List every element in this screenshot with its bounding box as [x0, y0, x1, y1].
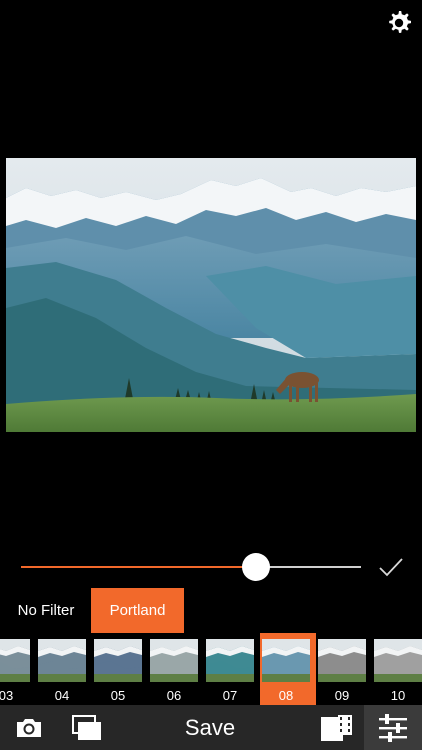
thumbnail-image: [206, 639, 254, 682]
save-button[interactable]: Save: [160, 705, 260, 750]
intensity-slider[interactable]: [21, 552, 361, 582]
filter-tabs: No Filter Portland: [0, 588, 422, 633]
thumbnail-label: 08: [278, 688, 294, 703]
bottom-toolbar: Save: [0, 705, 422, 750]
film-filter-icon[interactable]: [320, 713, 354, 743]
filter-thumbnail-08[interactable]: 08: [260, 633, 316, 705]
checkmark-icon[interactable]: [378, 556, 404, 578]
filter-thumbnail-10[interactable]: 10: [372, 633, 422, 705]
adjust-tab[interactable]: [364, 705, 422, 750]
filter-thumbnail-04[interactable]: 04: [36, 633, 92, 705]
thumbnail-label: 06: [166, 688, 182, 703]
filter-thumbnail-05[interactable]: 05: [92, 633, 148, 705]
thumbnail-image: [94, 639, 142, 682]
thumbnail-image: [38, 639, 86, 682]
adjust-sliders-icon: [379, 714, 407, 742]
thumbnail-image: [318, 639, 366, 682]
filter-thumbnail-03[interactable]: 03: [0, 633, 36, 705]
thumbnail-label: 05: [110, 688, 126, 703]
gear-icon[interactable]: [385, 9, 413, 37]
thumbnail-label: 09: [334, 688, 350, 703]
filter-thumbnail-06[interactable]: 06: [148, 633, 204, 705]
thumbnail-image: [374, 639, 422, 682]
filter-thumbnail-strip[interactable]: 03 04 05 06 07 08 09 10: [0, 633, 422, 705]
camera-icon[interactable]: [14, 716, 44, 740]
thumbnail-image: [0, 639, 30, 682]
thumbnail-image: [262, 639, 310, 682]
filter-thumbnail-09[interactable]: 09: [316, 633, 372, 705]
slider-fill: [21, 566, 256, 568]
thumbnail-label: 04: [54, 688, 70, 703]
portland-tab[interactable]: Portland: [91, 588, 184, 633]
no-filter-tab[interactable]: No Filter: [7, 588, 85, 633]
thumbnail-label: 10: [390, 688, 406, 703]
thumbnail-label: 03: [0, 688, 14, 703]
thumbnail-label: 07: [222, 688, 238, 703]
slider-thumb[interactable]: [242, 553, 270, 581]
filter-thumbnail-07[interactable]: 07: [204, 633, 260, 705]
thumbnail-image: [150, 639, 198, 682]
photo-preview: [6, 158, 416, 432]
gallery-icon[interactable]: [72, 715, 102, 741]
